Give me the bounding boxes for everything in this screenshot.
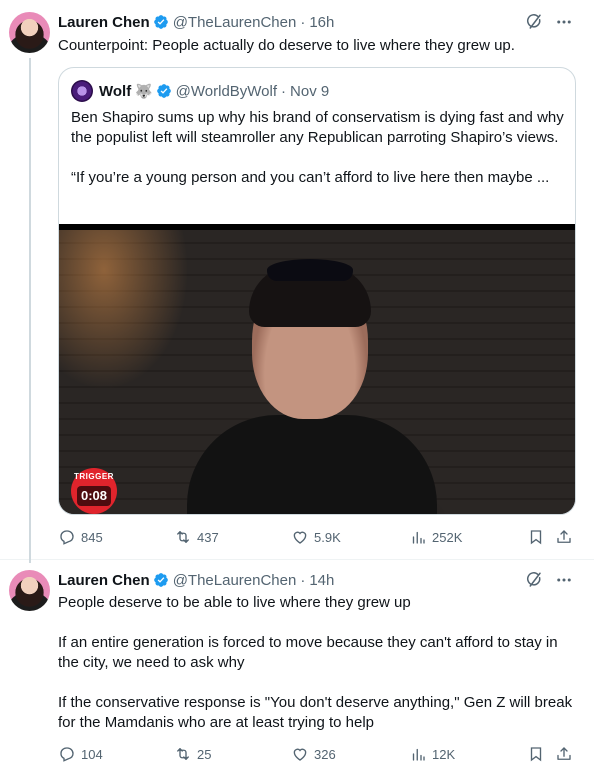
header-actions (524, 12, 574, 32)
like-count: 326 (314, 746, 336, 762)
reply-button[interactable]: 845 (58, 527, 103, 547)
reply-icon (60, 747, 74, 762)
tweet-header: Lauren Chen @TheLaurenChen · 14h (58, 570, 334, 590)
grok-icon[interactable] (524, 570, 544, 590)
separator: · (281, 82, 287, 100)
quoted-author-name[interactable]: Wolf (99, 83, 131, 100)
verified-icon (153, 573, 168, 587)
quoted-avatar[interactable] (71, 80, 93, 102)
like-count: 5.9K (314, 529, 341, 545)
share-icon (557, 747, 571, 760)
separator: · (300, 571, 306, 589)
bookmark-button[interactable] (527, 527, 545, 547)
like-icon (293, 531, 307, 544)
tweet-header: Lauren Chen @TheLaurenChen · 16h (58, 12, 334, 32)
quoted-date[interactable]: Nov 9 (290, 83, 329, 100)
author-name[interactable]: Lauren Chen (58, 14, 150, 31)
tweet-post[interactable]: Lauren Chen @TheLaurenChen · 16h Counter… (0, 0, 594, 563)
video-frame-person (187, 259, 437, 514)
reply-icon (60, 530, 74, 545)
bookmark-icon (530, 530, 542, 545)
tweet-paragraph: People deserve to be able to live where … (58, 594, 411, 611)
grok-icon[interactable] (524, 12, 544, 32)
more-icon[interactable] (554, 570, 574, 590)
action-bar: 845 437 5.9K 252K (58, 527, 578, 547)
bookmark-icon (530, 747, 542, 762)
reply-button[interactable]: 104 (58, 744, 103, 764)
views-icon (412, 748, 425, 761)
views-button[interactable]: 252K (409, 527, 462, 547)
quoted-tweet-text: Ben Shapiro sums up why his brand of con… (71, 108, 565, 188)
like-button[interactable]: 326 (291, 744, 336, 764)
tweet-text: Counterpoint: People actually do deserve… (58, 37, 515, 54)
verified-icon (156, 84, 171, 98)
bookmark-button[interactable] (527, 744, 545, 764)
retweet-icon (177, 748, 189, 760)
avatar[interactable] (9, 570, 50, 611)
retweet-count: 437 (197, 529, 219, 545)
quoted-paragraph: “If you’re a young person and you can’t … (71, 169, 550, 186)
reply-count: 104 (81, 746, 103, 762)
avatar[interactable] (9, 12, 50, 53)
video-duration: 0:08 (77, 486, 112, 506)
views-count: 252K (432, 529, 463, 545)
quoted-tweet-header: Wolf 🐺 @WorldByWolf · Nov 9 (71, 80, 329, 102)
share-icon (557, 530, 571, 543)
timeline-feed: Lauren Chen @TheLaurenChen · 16h Counter… (0, 0, 594, 779)
tweet-post[interactable]: Lauren Chen @TheLaurenChen · 14h People … (0, 560, 594, 779)
author-handle[interactable]: @TheLaurenChen (173, 14, 297, 31)
retweet-button[interactable]: 437 (174, 527, 219, 547)
author-name[interactable]: Lauren Chen (58, 572, 150, 589)
share-button[interactable] (555, 527, 573, 547)
trigger-badge-label: TRIGGER (74, 472, 114, 481)
thread-connector-line (29, 58, 31, 563)
tweet-paragraph: If an entire generation is forced to mov… (58, 634, 558, 671)
timestamp[interactable]: 14h (309, 572, 334, 589)
retweet-count: 25 (197, 746, 212, 762)
tweet-text: People deserve to be able to live where … (58, 593, 578, 733)
views-icon (412, 531, 425, 544)
tweet-paragraph: If the conservative response is "You don… (58, 694, 573, 731)
retweet-icon (177, 531, 189, 543)
author-handle[interactable]: @TheLaurenChen (173, 572, 297, 589)
timestamp[interactable]: 16h (309, 14, 334, 31)
verified-icon (153, 15, 168, 29)
views-count: 12K (432, 746, 456, 762)
share-button[interactable] (555, 744, 573, 764)
quoted-paragraph: Ben Shapiro sums up why his brand of con… (71, 109, 564, 146)
quoted-tweet[interactable]: Wolf 🐺 @WorldByWolf · Nov 9 Ben Shapiro … (58, 67, 576, 515)
header-actions (524, 570, 574, 590)
action-bar: 104 25 326 12K (58, 744, 578, 764)
wolf-emoji: 🐺 (135, 82, 153, 99)
retweet-button[interactable]: 25 (174, 744, 211, 764)
quoted-author-handle[interactable]: @WorldByWolf (176, 83, 277, 100)
separator: · (300, 13, 306, 31)
views-button[interactable]: 12K (409, 744, 455, 764)
more-icon[interactable] (554, 12, 574, 32)
video-player[interactable]: TRIGGER 0:08 (59, 224, 575, 514)
like-button[interactable]: 5.9K (291, 527, 341, 547)
reply-count: 845 (81, 529, 103, 545)
like-icon (293, 748, 307, 761)
